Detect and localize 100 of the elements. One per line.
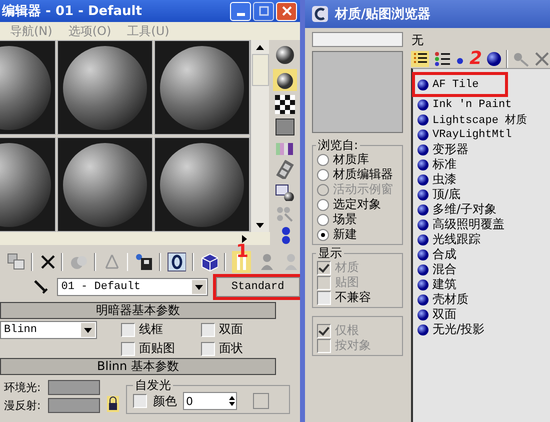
- sample-slot[interactable]: [154, 40, 250, 135]
- checker-icon[interactable]: [275, 95, 295, 114]
- checkbox[interactable]: [133, 394, 147, 408]
- save-icon[interactable]: [134, 252, 154, 272]
- radio-button[interactable]: [317, 228, 329, 240]
- radio-button[interactable]: [317, 214, 329, 226]
- sample-slot[interactable]: [0, 137, 56, 232]
- radio-label: 材质编辑器: [333, 166, 393, 182]
- radio-button[interactable]: [317, 154, 329, 166]
- scrollbar[interactable]: [250, 40, 269, 232]
- material-list-item[interactable]: 双面: [417, 307, 460, 322]
- sphere-icon: [417, 324, 430, 336]
- checkbox[interactable]: [121, 322, 135, 336]
- list-view-icon[interactable]: [411, 51, 430, 67]
- material-list-item[interactable]: 虫漆: [417, 172, 460, 187]
- minimize-button[interactable]: [230, 2, 251, 20]
- material-list-item[interactable]: Lightscape 材质: [417, 112, 532, 127]
- scroll-thumb[interactable]: [252, 54, 268, 86]
- checkbox-label: 双面: [219, 321, 243, 338]
- shader-dropdown[interactable]: Blinn: [0, 321, 97, 339]
- close-button[interactable]: [276, 2, 297, 20]
- callout-number: 1: [236, 241, 249, 262]
- radio-button[interactable]: [317, 198, 329, 210]
- checkbox-label: 颜色: [153, 392, 177, 410]
- checkbox-label: 材质: [335, 259, 359, 276]
- checkbox-label: 按对象: [335, 337, 371, 354]
- current-material-label: 无: [411, 32, 424, 48]
- material-list-item[interactable]: 多维/子对象: [417, 202, 501, 217]
- channel-icon[interactable]: [167, 252, 186, 272]
- list-icons-icon[interactable]: [433, 51, 452, 67]
- close-icon: [282, 6, 292, 16]
- rollout-header[interactable]: 明暗器基本参数: [0, 302, 276, 319]
- name-field[interactable]: [312, 32, 404, 47]
- material-list-item[interactable]: 混合: [417, 262, 460, 277]
- material-list-item[interactable]: 光线跟踪: [417, 232, 484, 247]
- material-type-button[interactable]: Standard: [216, 277, 300, 297]
- rollout-header[interactable]: Blinn 基本参数: [0, 358, 276, 375]
- sphere-icon: [417, 264, 430, 276]
- material-list-item[interactable]: 建筑: [417, 277, 460, 292]
- sphere-icon: [417, 278, 430, 290]
- delete-icon[interactable]: [38, 253, 56, 271]
- sphere-icon: [417, 248, 430, 260]
- checkbox[interactable]: [201, 342, 215, 356]
- material-list-item[interactable]: 标准: [417, 157, 460, 172]
- group-title: 自发光: [133, 377, 173, 394]
- sphere-icon: [417, 158, 430, 170]
- checkbox-label: 线框: [139, 321, 163, 338]
- maximize-button[interactable]: [253, 2, 274, 20]
- radio-label: 材质库: [333, 151, 369, 168]
- material-list-item[interactable]: AF Tile: [415, 75, 505, 94]
- cube-icon[interactable]: [200, 252, 218, 272]
- app-logo-icon: [311, 5, 329, 23]
- dropdown-arrow-icon: [194, 284, 203, 290]
- nodes-icon[interactable]: [275, 205, 295, 222]
- material-list-item[interactable]: 变形器: [417, 142, 472, 157]
- square-icon[interactable]: [275, 118, 295, 137]
- radio-label: 选定对象: [333, 196, 381, 213]
- material-list-item[interactable]: 壳材质: [417, 292, 472, 307]
- checkbox-label: 面状: [219, 340, 243, 357]
- window-title: 材质/贴图浏览器: [335, 6, 431, 23]
- checkbox[interactable]: [201, 322, 215, 336]
- eyedropper-icon[interactable]: [32, 278, 50, 296]
- material-list-item[interactable]: Ink 'n Paint: [417, 97, 516, 112]
- material-list-item[interactable]: 高级照明覆盖: [417, 217, 508, 232]
- checkbox-label: 仅根: [335, 322, 359, 339]
- group-title: 显示: [316, 245, 344, 262]
- boxes-icon[interactable]: [6, 252, 25, 272]
- material-list-item[interactable]: 顶/底: [417, 187, 465, 202]
- radio-label: 场景: [333, 211, 357, 228]
- color-swatch[interactable]: [48, 380, 100, 394]
- window-sphere-icon[interactable]: [275, 182, 295, 202]
- sphere-icon: [417, 188, 430, 200]
- radio-label: 活动示例窗: [333, 181, 393, 198]
- sphere-icon[interactable]: [486, 51, 502, 67]
- checkbox[interactable]: [317, 290, 331, 304]
- checkbox[interactable]: [121, 342, 135, 356]
- sample-slot[interactable]: [154, 137, 250, 232]
- sphere-icon: [417, 144, 430, 156]
- spinner-field[interactable]: 0: [183, 392, 237, 410]
- group-title: 浏览自:: [316, 137, 360, 154]
- radio-button[interactable]: [317, 168, 329, 180]
- material-list-item[interactable]: VRayLightMtl: [417, 127, 516, 142]
- radio-label: 新建: [333, 226, 357, 243]
- material-list-item[interactable]: 无光/投影: [417, 322, 489, 337]
- spinner-arrows-icon[interactable]: [228, 394, 236, 408]
- sphere-icon: [417, 204, 430, 216]
- color-label: 漫反射:: [4, 398, 42, 412]
- checkbox-label: 面贴图: [139, 340, 175, 357]
- color-swatch[interactable]: [48, 398, 100, 412]
- sample-slot[interactable]: [57, 137, 153, 232]
- color-bars-icon[interactable]: [275, 140, 295, 156]
- sphere-icon: [417, 78, 430, 90]
- lock-icon[interactable]: [106, 395, 120, 413]
- material-list-item[interactable]: 合成: [417, 247, 460, 262]
- sample-slot[interactable]: [0, 40, 56, 135]
- sphere-icon[interactable]: [274, 44, 296, 65]
- window-title: 编辑器 - 01 - Default: [2, 2, 142, 20]
- material-name-dropdown[interactable]: 01 - Default: [57, 278, 208, 296]
- sample-slot[interactable]: [57, 40, 153, 135]
- color-label: 环境光:: [4, 380, 42, 394]
